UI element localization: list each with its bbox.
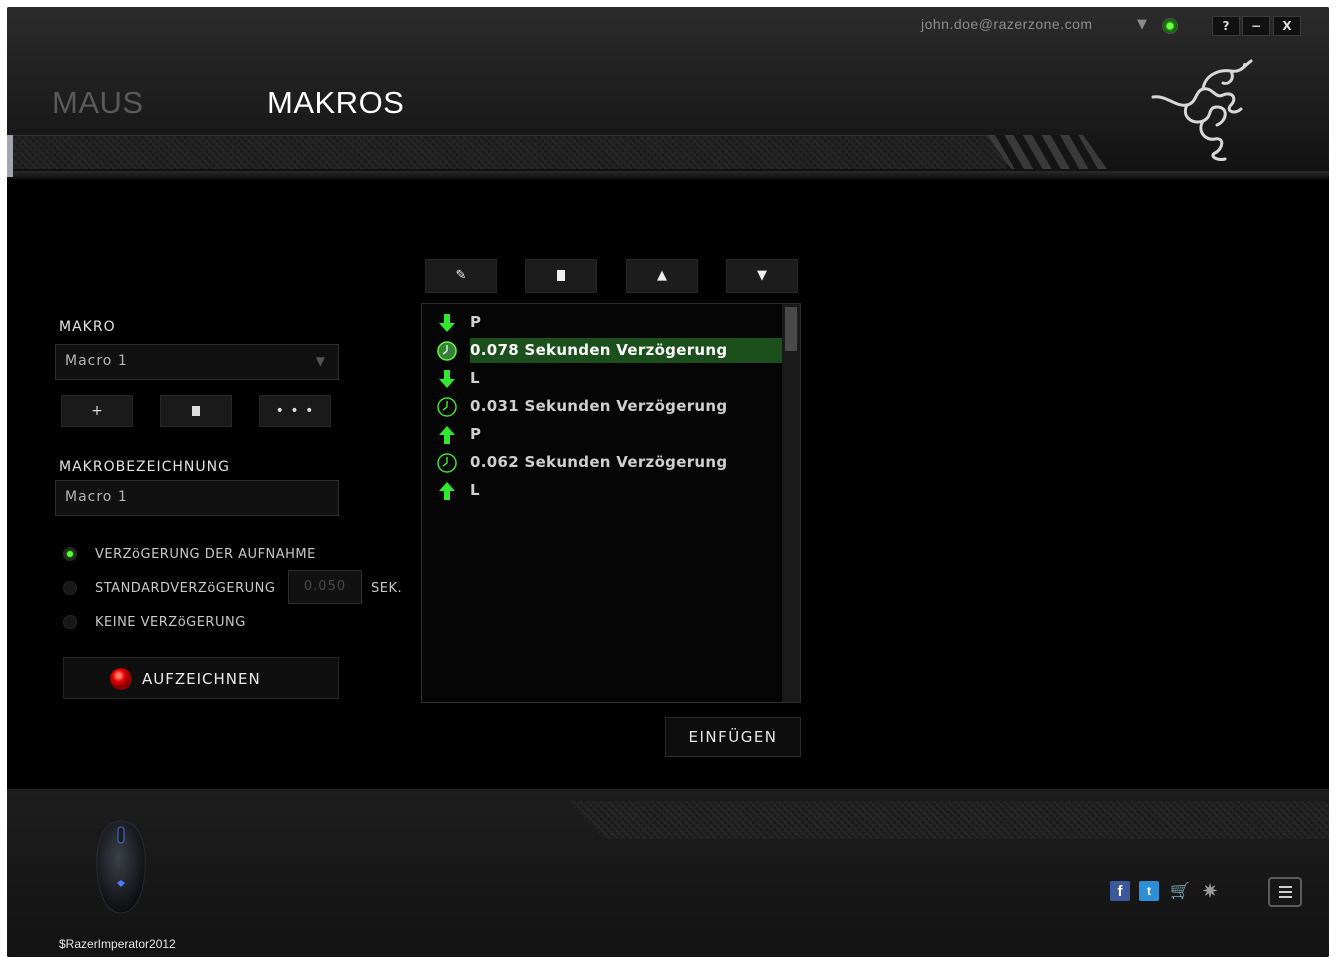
razer-logo-icon xyxy=(1151,59,1253,161)
arrow-up-icon: ▲ xyxy=(657,268,667,283)
minimize-button[interactable]: − xyxy=(1242,16,1270,36)
close-button[interactable]: X xyxy=(1273,16,1301,36)
edit-step-button[interactable]: ✎ xyxy=(425,259,497,293)
move-down-button[interactable]: ▼ xyxy=(726,259,798,293)
macro-label: MAKRO xyxy=(59,319,116,335)
tab-maus[interactable]: MAUS xyxy=(52,85,144,121)
header: MAUS MAKROS john.doe@razerzone.com ▼ ? −… xyxy=(7,7,1329,179)
menu-button[interactable] xyxy=(1268,877,1302,907)
delete-step-button[interactable] xyxy=(525,259,597,293)
account-email[interactable]: john.doe@razerzone.com xyxy=(921,16,1093,32)
macro-step-row[interactable]: L xyxy=(436,478,780,504)
radio-recorded-delay[interactable] xyxy=(63,547,77,561)
macro-name-label: MAKROBEZEICHNUNG xyxy=(59,459,230,475)
side-notch xyxy=(7,135,13,177)
macro-step-row[interactable]: P xyxy=(436,422,780,448)
macro-step-text: P xyxy=(470,425,482,443)
scrollbar-track[interactable] xyxy=(782,304,800,702)
radio-no-delay[interactable] xyxy=(63,615,77,629)
default-delay-input[interactable]: 0.050 xyxy=(288,570,362,604)
menu-icon-line xyxy=(1279,896,1292,898)
account-dropdown-icon[interactable]: ▼ xyxy=(1137,17,1147,32)
macro-name-field[interactable]: Macro 1 xyxy=(55,480,339,516)
menu-icon xyxy=(1279,886,1292,888)
more-options-button[interactable]: • • • xyxy=(259,395,331,427)
pencil-icon: ✎ xyxy=(455,268,467,283)
tab-makros[interactable]: MAKROS xyxy=(267,85,404,121)
add-macro-button[interactable]: + xyxy=(61,395,133,427)
macro-step-row[interactable]: 0.031 Sekunden Verzögerung xyxy=(436,394,780,420)
delete-macro-button[interactable] xyxy=(160,395,232,427)
trash-icon xyxy=(192,406,200,416)
macro-step-row[interactable]: 0.062 Sekunden Verzögerung xyxy=(436,450,780,476)
macro-step-row[interactable]: P xyxy=(436,310,780,336)
radio-default-delay-label: STANDARDVERZöGERUNG xyxy=(95,581,276,596)
macro-step-list[interactable]: P 0.078 Sekunden Verzögerung L 0.031 Sek… xyxy=(421,303,801,703)
chevron-down-icon: ▼ xyxy=(315,354,326,368)
macro-select[interactable]: Macro 1 ▼ xyxy=(55,344,339,380)
device-name: $RazerImperator2012 xyxy=(59,937,176,951)
twitter-icon[interactable]: t xyxy=(1139,881,1159,901)
move-up-button[interactable]: ▲ xyxy=(626,259,698,293)
facebook-icon[interactable]: f xyxy=(1110,881,1130,901)
record-button-label: AUFZEICHNEN xyxy=(142,670,261,688)
insert-button[interactable]: EINFÜGEN xyxy=(665,717,801,757)
macro-step-text: 0.031 Sekunden Verzögerung xyxy=(470,397,728,415)
clock-icon xyxy=(437,453,457,473)
radio-no-delay-label: KEINE VERZöGERUNG xyxy=(95,615,246,630)
menu-icon-line xyxy=(1279,891,1292,893)
macro-step-text: 0.078 Sekunden Verzögerung xyxy=(470,338,782,363)
delay-unit-label: SEK. xyxy=(371,581,403,596)
online-status-icon xyxy=(1162,18,1178,34)
macro-step-row[interactable]: L xyxy=(436,366,780,392)
arrow-down-icon: ▼ xyxy=(757,268,767,283)
footer: $RazerImperator2012 f t 🛒 ✷ xyxy=(7,789,1329,957)
key-up-arrow-icon xyxy=(439,482,455,500)
header-divider xyxy=(7,171,1329,179)
macro-step-text: L xyxy=(470,369,480,387)
razer-icon[interactable]: ✷ xyxy=(1200,881,1220,901)
key-down-arrow-icon xyxy=(439,314,455,332)
footer-texture-strip xyxy=(567,801,1329,839)
key-up-arrow-icon xyxy=(439,426,455,444)
scrollbar-thumb[interactable] xyxy=(785,307,797,351)
header-texture-strip xyxy=(7,135,1007,169)
cart-icon[interactable]: 🛒 xyxy=(1170,881,1190,901)
help-button[interactable]: ? xyxy=(1212,16,1240,36)
record-button[interactable]: AUFZEICHNEN xyxy=(63,657,339,699)
macro-step-text: L xyxy=(470,481,480,499)
clock-icon xyxy=(437,397,457,417)
key-down-arrow-icon xyxy=(439,370,455,388)
radio-recorded-delay-label: VERZöGERUNG DER AUFNAHME xyxy=(95,547,316,562)
radio-default-delay[interactable] xyxy=(63,581,77,595)
macro-select-value: Macro 1 xyxy=(65,353,128,369)
mouse-device-icon[interactable] xyxy=(93,819,149,915)
synapse-window: MAUS MAKROS john.doe@razerzone.com ▼ ? −… xyxy=(7,7,1329,957)
trash-icon xyxy=(557,270,565,281)
macro-step-text: 0.062 Sekunden Verzögerung xyxy=(470,453,728,471)
clock-icon xyxy=(437,341,457,361)
macro-step-row[interactable]: 0.078 Sekunden Verzögerung xyxy=(436,338,782,364)
record-icon xyxy=(110,668,132,690)
macro-step-text: P xyxy=(470,313,482,331)
